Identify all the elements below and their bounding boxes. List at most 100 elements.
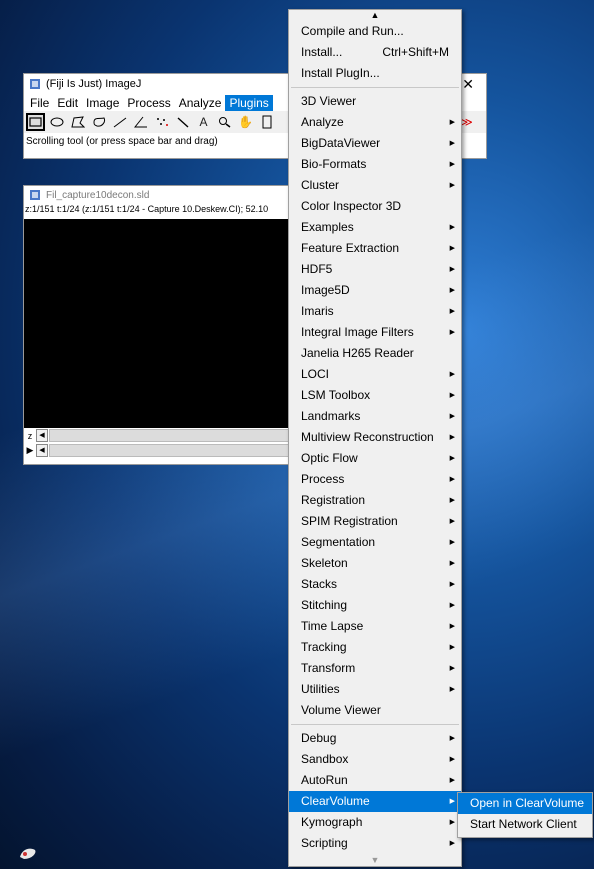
menu-item-kymograph[interactable]: Kymograph ▶ [289,812,461,833]
menu-item-transform[interactable]: Transform ▶ [289,658,461,679]
menu-item-tracking[interactable]: Tracking ▶ [289,637,461,658]
menu-item-color-inspector-3d[interactable]: Color Inspector 3D [289,196,461,217]
menu-item-bigdataviewer[interactable]: BigDataViewer ▶ [289,133,461,154]
menu-item-label: Janelia H265 Reader [301,346,414,360]
menu-item-install-plugin[interactable]: Install PlugIn... [289,63,461,84]
menu-item-image5d[interactable]: Image5D ▶ [289,280,461,301]
menu-item-optic-flow[interactable]: Optic Flow ▶ [289,448,461,469]
oval-tool-icon[interactable] [47,113,66,131]
menu-item-skeleton[interactable]: Skeleton ▶ [289,553,461,574]
menu-item-process[interactable]: Process ▶ [289,469,461,490]
image-canvas[interactable] [24,219,294,428]
submenu-arrow-icon: ▶ [449,224,455,231]
submenu-arrow-icon: ▶ [449,308,455,315]
menu-item-label: Image5D [301,283,350,297]
menu-item-stitching[interactable]: Stitching ▶ [289,595,461,616]
text-tool-icon[interactable]: A [194,113,213,131]
menu-item-registration[interactable]: Registration ▶ [289,490,461,511]
menu-item-segmentation[interactable]: Segmentation ▶ [289,532,461,553]
menu-item-hdf5[interactable]: HDF5 ▶ [289,259,461,280]
taskbar-tray-icon[interactable] [18,845,38,861]
submenu-arrow-icon: ▶ [449,840,455,847]
menu-scroll-up-icon[interactable]: ▲ [289,10,461,21]
menu-edit[interactable]: Edit [53,95,82,111]
menu-item-label: Transform [301,661,356,675]
submenu-arrow-icon: ▶ [449,777,455,784]
scroll-left-icon[interactable]: ◀ [36,429,48,442]
menu-item-imaris[interactable]: Imaris ▶ [289,301,461,322]
submenu-item-open-in-clearvolume[interactable]: Open in ClearVolume [458,793,592,814]
wand-tool-icon[interactable] [173,113,192,131]
menu-item-spim-registration[interactable]: SPIM Registration ▶ [289,511,461,532]
menu-item-time-lapse[interactable]: Time Lapse ▶ [289,616,461,637]
menu-item-label: Segmentation [301,535,376,549]
menu-item-label: Skeleton [301,556,348,570]
menu-process[interactable]: Process [123,95,174,111]
menu-item-debug[interactable]: Debug ▶ [289,728,461,749]
menu-item-examples[interactable]: Examples ▶ [289,217,461,238]
image-window[interactable]: Fil_capture10decon.sld z:1/151 t:1/24 (z… [23,185,295,465]
color-picker-icon[interactable] [257,113,276,131]
submenu-arrow-icon: ▶ [449,413,455,420]
menu-item-autorun[interactable]: AutoRun ▶ [289,770,461,791]
menu-item-install[interactable]: Install... Ctrl+Shift+M [289,42,461,63]
angle-tool-icon[interactable] [131,113,150,131]
menu-scroll-down-icon[interactable]: ▼ [289,854,461,866]
menu-item-label: Install PlugIn... [301,66,380,80]
menu-item-scripting[interactable]: Scripting ▶ [289,833,461,854]
magnifying-glass-icon[interactable] [215,113,234,131]
play-icon[interactable]: ▶ [24,445,36,456]
freehand-tool-icon[interactable] [89,113,108,131]
submenu-arrow-icon: ▶ [449,119,455,126]
menu-item-label: AutoRun [301,773,348,787]
menu-item-utilities[interactable]: Utilities ▶ [289,679,461,700]
menu-item-sandbox[interactable]: Sandbox ▶ [289,749,461,770]
line-tool-icon[interactable] [110,113,129,131]
menu-item-label: ClearVolume [301,794,370,808]
submenu-item-start-network-client[interactable]: Start Network Client [458,814,592,835]
scroll-left-icon[interactable]: ◀ [36,444,48,457]
menu-item-stacks[interactable]: Stacks ▶ [289,574,461,595]
menu-file[interactable]: File [26,95,53,111]
menu-item-feature-extraction[interactable]: Feature Extraction ▶ [289,238,461,259]
menu-item-label: Feature Extraction [301,241,400,255]
menu-item-loci[interactable]: LOCI ▶ [289,364,461,385]
menu-item-label: Stitching [301,598,348,612]
point-tool-icon[interactable] [152,113,171,131]
image-title-bar[interactable]: Fil_capture10decon.sld [24,186,294,204]
hand-scroll-icon[interactable]: ✋ [236,113,255,131]
menu-item-label: Time Lapse [301,619,364,633]
menu-analyze[interactable]: Analyze [175,95,226,111]
t-slider-track[interactable] [49,444,294,457]
menu-item-multiview-reconstruction[interactable]: Multiview Reconstruction ▶ [289,427,461,448]
menu-item-clearvolume[interactable]: ClearVolume ▶ [289,791,461,812]
z-slider[interactable]: z ◀ [24,428,294,443]
menu-item-label: Sandbox [301,752,349,766]
menu-item-3d-viewer[interactable]: 3D Viewer [289,91,461,112]
menu-item-label: Cluster [301,178,340,192]
menu-item-cluster[interactable]: Cluster ▶ [289,175,461,196]
menu-item-compile-and-run[interactable]: Compile and Run... [289,21,461,42]
plugins-menu: ▲ Compile and Run... Install... Ctrl+Shift… [288,9,462,867]
t-slider[interactable]: ▶ ◀ [24,443,294,458]
menu-item-bio-formats[interactable]: Bio-Formats ▶ [289,154,461,175]
close-icon[interactable]: ✕ [462,74,474,94]
menu-item-janelia-h265-reader[interactable]: Janelia H265 Reader [289,343,461,364]
submenu-arrow-icon: ▶ [449,623,455,630]
menu-item-analyze[interactable]: Analyze ▶ [289,112,461,133]
fiji-app-icon [30,190,40,200]
menu-item-integral-image-filters[interactable]: Integral Image Filters ▶ [289,322,461,343]
z-slider-track[interactable] [49,429,294,442]
polygon-tool-icon[interactable] [68,113,87,131]
menu-item-label: Imaris [301,304,334,318]
menu-image[interactable]: Image [82,95,123,111]
menu-item-volume-viewer[interactable]: Volume Viewer [289,700,461,721]
z-slider-label: z [27,430,33,441]
menu-separator [291,724,459,725]
menu-plugins[interactable]: Plugins [225,94,273,111]
menu-item-lsm-toolbox[interactable]: LSM Toolbox ▶ [289,385,461,406]
menu-item-landmarks[interactable]: Landmarks ▶ [289,406,461,427]
submenu-arrow-icon: ▶ [449,518,455,525]
rectangle-tool-icon[interactable] [26,113,45,131]
menu-item-label: Debug [301,731,337,745]
